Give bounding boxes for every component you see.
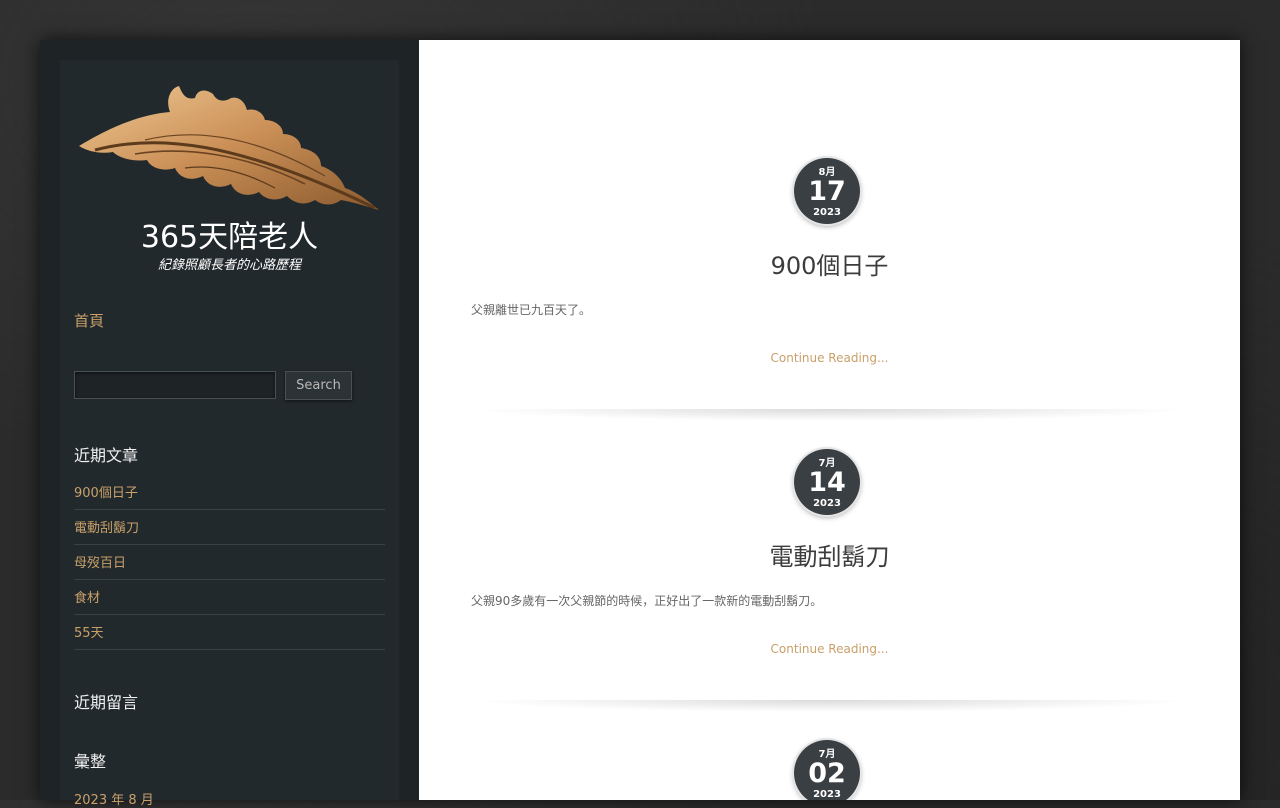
date-year: 2023 (813, 498, 841, 509)
search-button[interactable]: Search (285, 371, 352, 400)
recent-post-link[interactable]: 電動刮鬍刀 (74, 511, 385, 547)
post-divider (469, 409, 1193, 421)
search-input[interactable] (74, 371, 276, 399)
list-item: 母歿百日 (74, 546, 385, 580)
list-item: 55天 (74, 616, 385, 650)
page-frame: 365天陪老人 紀錄照顧長者的心路歷程 首頁 Search 近期文章 900個日… (40, 40, 1240, 808)
date-badge: 8月 17 2023 (794, 158, 860, 224)
recent-comments-title: 近期留言 (74, 693, 139, 712)
archives-title: 彙整 (74, 752, 107, 771)
date-badge: 7月 02 2023 (794, 740, 860, 800)
continue-reading-link[interactable]: Continue Reading... (419, 351, 1240, 365)
list-item: 電動刮鬍刀 (74, 511, 385, 545)
recent-post-link[interactable]: 55天 (74, 616, 385, 652)
recent-post-link[interactable]: 食材 (74, 581, 385, 617)
list-item: 900個日子 (74, 476, 385, 510)
nav-home-link[interactable]: 首頁 (74, 310, 104, 331)
date-year: 2023 (813, 789, 841, 800)
archive-link[interactable]: 2023 年 8 月 (74, 789, 154, 808)
date-badge: 7月 14 2023 (794, 449, 860, 515)
recent-posts-title: 近期文章 (74, 446, 139, 465)
list-item: 食材 (74, 581, 385, 615)
main-content: 8月 17 2023 900個日子 父親離世已九百天了。 Continue Re… (419, 40, 1240, 800)
date-day: 14 (808, 467, 846, 498)
post-excerpt: 父親90多歲有一次父親節的時候，正好出了一款新的電動刮鬍刀。 (471, 594, 823, 608)
post-divider (469, 700, 1193, 712)
date-day: 17 (808, 176, 846, 207)
date-day: 02 (808, 758, 846, 789)
site-title[interactable]: 365天陪老人 (60, 212, 399, 256)
post-title[interactable]: 電動刮鬍刀 (419, 537, 1240, 572)
post-excerpt: 父親離世已九百天了。 (471, 303, 592, 317)
continue-reading-link[interactable]: Continue Reading... (419, 642, 1240, 656)
post-title[interactable]: 900個日子 (419, 246, 1240, 281)
recent-posts-list: 900個日子 電動刮鬍刀 母歿百日 食材 55天 (74, 476, 385, 651)
sidebar: 365天陪老人 紀錄照顧長者的心路歷程 首頁 Search 近期文章 900個日… (60, 60, 399, 808)
recent-post-link[interactable]: 900個日子 (74, 476, 385, 512)
recent-post-link[interactable]: 母歿百日 (74, 546, 385, 582)
site-tagline: 紀錄照顧長者的心路歷程 (157, 258, 301, 273)
golden-feather-leaf-logo[interactable] (75, 84, 385, 214)
date-year: 2023 (813, 207, 841, 218)
